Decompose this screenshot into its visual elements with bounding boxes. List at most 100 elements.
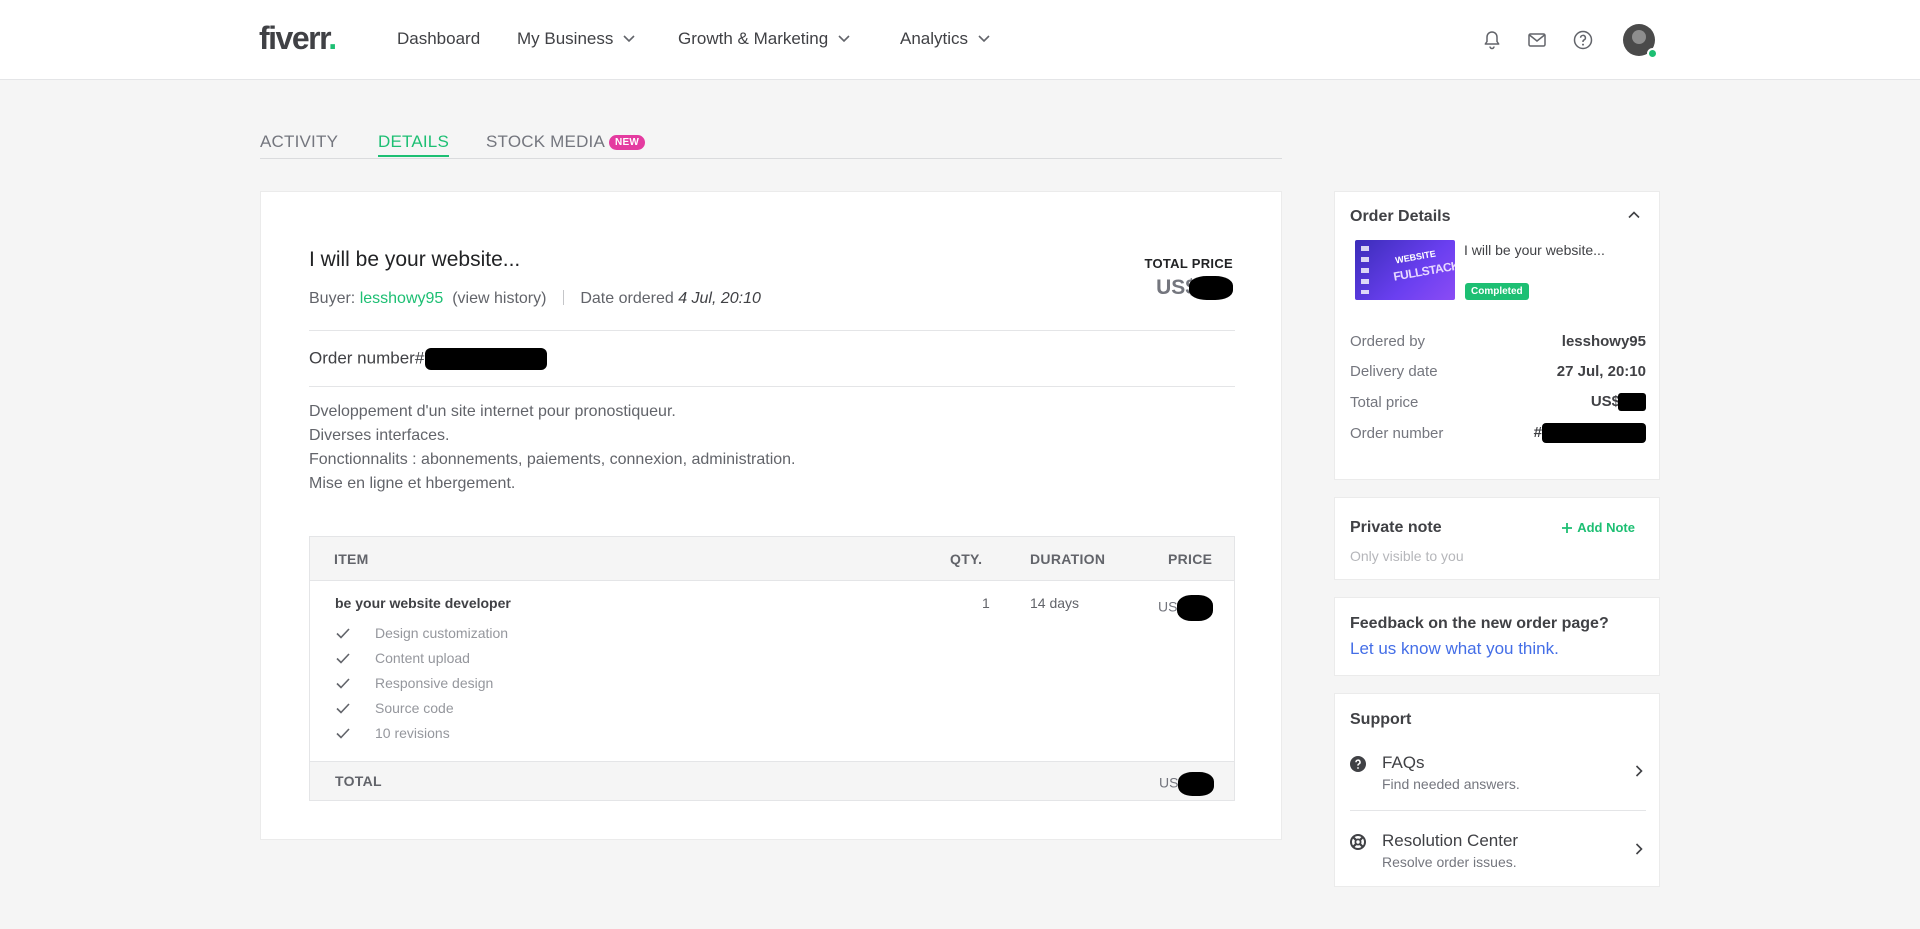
buyer-label: Buyer: bbox=[309, 290, 356, 307]
divider bbox=[1350, 810, 1646, 811]
faqs-link[interactable]: FAQs Find needed answers. bbox=[1350, 748, 1646, 814]
order-main-card: I will be your website... Buyer: lesshow… bbox=[260, 191, 1282, 840]
order-details-card: Order Details WEBSITE FULLSTACK I will b… bbox=[1334, 191, 1660, 480]
feature-item: Responsive design bbox=[335, 675, 493, 691]
fiverr-logo[interactable]: fiverr. bbox=[259, 20, 337, 57]
chevron-right-icon bbox=[1635, 765, 1643, 777]
check-icon bbox=[336, 678, 350, 689]
avatar[interactable] bbox=[1623, 24, 1658, 59]
feedback-title: Feedback on the new order page? bbox=[1350, 615, 1609, 632]
order-number-prefix: # bbox=[1533, 423, 1542, 441]
delivery-date-row: Delivery date 27 Jul, 20:10 bbox=[1350, 363, 1646, 380]
check-icon bbox=[336, 653, 350, 664]
help-icon[interactable] bbox=[1572, 29, 1594, 51]
redacted-order-number bbox=[1542, 423, 1646, 443]
check-icon bbox=[336, 703, 350, 714]
feature-label: Responsive design bbox=[375, 675, 494, 691]
feedback-link[interactable]: Let us know what you think. bbox=[1350, 639, 1559, 659]
resolution-center-link[interactable]: Resolution Center Resolve order issues. bbox=[1350, 826, 1646, 892]
gig-title[interactable]: I will be your website... bbox=[1464, 242, 1605, 258]
chevron-down-icon bbox=[838, 35, 850, 43]
description-line: Fonctionnalits : abonnements, paiements,… bbox=[309, 451, 796, 468]
faqs-title: FAQs bbox=[1382, 753, 1425, 772]
redacted-amount bbox=[1189, 276, 1233, 301]
order-items-table: ITEM QTY. DURATION PRICE be your website… bbox=[309, 536, 1235, 801]
new-badge: NEW bbox=[609, 135, 645, 150]
col-duration: DURATION bbox=[1030, 551, 1106, 567]
ordered-by-row: Ordered by lesshowy95 bbox=[1350, 333, 1646, 350]
item-duration: 14 days bbox=[1030, 595, 1080, 611]
redacted-amount bbox=[1177, 595, 1214, 621]
mail-icon[interactable] bbox=[1526, 29, 1548, 51]
tab-details[interactable]: DETAILS bbox=[378, 132, 449, 157]
nav-my-business[interactable]: My Business bbox=[517, 29, 637, 49]
total-value: US$ bbox=[1159, 772, 1215, 796]
add-note-button[interactable]: Add Note bbox=[1561, 520, 1635, 535]
nav-dashboard-label: Dashboard bbox=[397, 29, 481, 48]
gig-thumbnail[interactable]: WEBSITE FULLSTACK bbox=[1355, 240, 1455, 300]
status-badge: Completed bbox=[1465, 283, 1529, 300]
item-name: be your website developer bbox=[335, 595, 511, 611]
private-note-title: Private note bbox=[1350, 519, 1442, 536]
chevron-down-icon bbox=[978, 35, 990, 43]
tab-activity[interactable]: ACTIVITY bbox=[260, 132, 338, 152]
check-icon bbox=[336, 628, 350, 639]
order-title: I will be your website... bbox=[309, 248, 521, 271]
tab-stock-media-label: STOCK MEDIA bbox=[486, 132, 606, 151]
table-header: ITEM QTY. DURATION PRICE bbox=[310, 537, 1234, 581]
date-ordered-label: Date ordered bbox=[580, 290, 674, 307]
buyer-line: Buyer: lesshowy95 (view history) Date or… bbox=[309, 290, 761, 308]
chevron-up-icon[interactable] bbox=[1627, 208, 1641, 222]
faqs-subtitle: Find needed answers. bbox=[1382, 776, 1520, 792]
divider bbox=[562, 290, 564, 305]
buyer-username-link[interactable]: lesshowy95 bbox=[360, 290, 444, 307]
bell-icon[interactable] bbox=[1481, 29, 1503, 51]
feature-label: Content upload bbox=[375, 650, 470, 666]
order-description: Dveloppement d'un site internet pour pro… bbox=[309, 400, 796, 496]
feature-item: Design customization bbox=[335, 625, 508, 641]
redacted-order-number bbox=[425, 348, 548, 370]
order-number-value: # bbox=[1534, 423, 1646, 443]
nav-analytics-label: Analytics bbox=[900, 29, 969, 48]
nav-dashboard[interactable]: Dashboard bbox=[397, 29, 480, 49]
order-tabs: ACTIVITY DETAILS STOCK MEDIA NEW bbox=[260, 132, 1282, 159]
order-number-label: Order number# bbox=[309, 348, 425, 368]
delivery-date-value: 27 Jul, 20:10 bbox=[1556, 363, 1646, 380]
feature-label: Source code bbox=[375, 700, 454, 716]
table-footer: TOTAL US$ bbox=[310, 761, 1234, 800]
chevron-down-icon bbox=[623, 35, 635, 43]
total-label: TOTAL bbox=[335, 773, 382, 789]
redacted-amount bbox=[1618, 393, 1646, 412]
date-ordered-value: 4 Jul, 20:10 bbox=[678, 290, 761, 307]
order-number: Order number# bbox=[309, 348, 548, 370]
online-status-dot bbox=[1647, 48, 1658, 59]
ordered-by-link[interactable]: lesshowy95 bbox=[1562, 333, 1646, 350]
nav-analytics[interactable]: Analytics bbox=[900, 29, 992, 49]
private-note-card: Private note Add Note Only visible to yo… bbox=[1334, 497, 1660, 580]
feature-label: Design customization bbox=[375, 625, 509, 641]
chevron-right-icon bbox=[1635, 843, 1643, 855]
resolution-center-title: Resolution Center bbox=[1382, 831, 1519, 850]
description-line: Dveloppement d'un site internet pour pro… bbox=[309, 403, 676, 420]
private-note-subtitle: Only visible to you bbox=[1350, 548, 1464, 564]
col-price: PRICE bbox=[1168, 551, 1213, 567]
avatar-face bbox=[1632, 30, 1646, 44]
view-history-link[interactable]: (view history) bbox=[452, 290, 546, 307]
total-price-value: US$ bbox=[1591, 393, 1646, 412]
description-line: Diverses interfaces. bbox=[309, 427, 450, 444]
plus-icon bbox=[1562, 522, 1573, 533]
tab-stock-media[interactable]: STOCK MEDIA NEW bbox=[486, 132, 645, 152]
feature-item: Source code bbox=[335, 700, 454, 716]
divider bbox=[309, 330, 1235, 331]
item-price: US$ bbox=[1158, 595, 1214, 621]
nav-growth-marketing[interactable]: Growth & Marketing bbox=[678, 29, 852, 49]
thumbnail-decoration bbox=[1361, 246, 1369, 294]
total-price-row: Total price US$ bbox=[1350, 393, 1646, 412]
question-circle-icon bbox=[1350, 756, 1366, 772]
feature-item: 10 revisions bbox=[335, 725, 450, 741]
resolution-center-subtitle: Resolve order issues. bbox=[1382, 854, 1517, 870]
order-number-row: Order number # bbox=[1350, 423, 1646, 443]
check-icon bbox=[336, 728, 350, 739]
support-card: Support FAQs Find needed answers. Resolu… bbox=[1334, 693, 1660, 887]
nav-my-business-label: My Business bbox=[517, 29, 614, 48]
